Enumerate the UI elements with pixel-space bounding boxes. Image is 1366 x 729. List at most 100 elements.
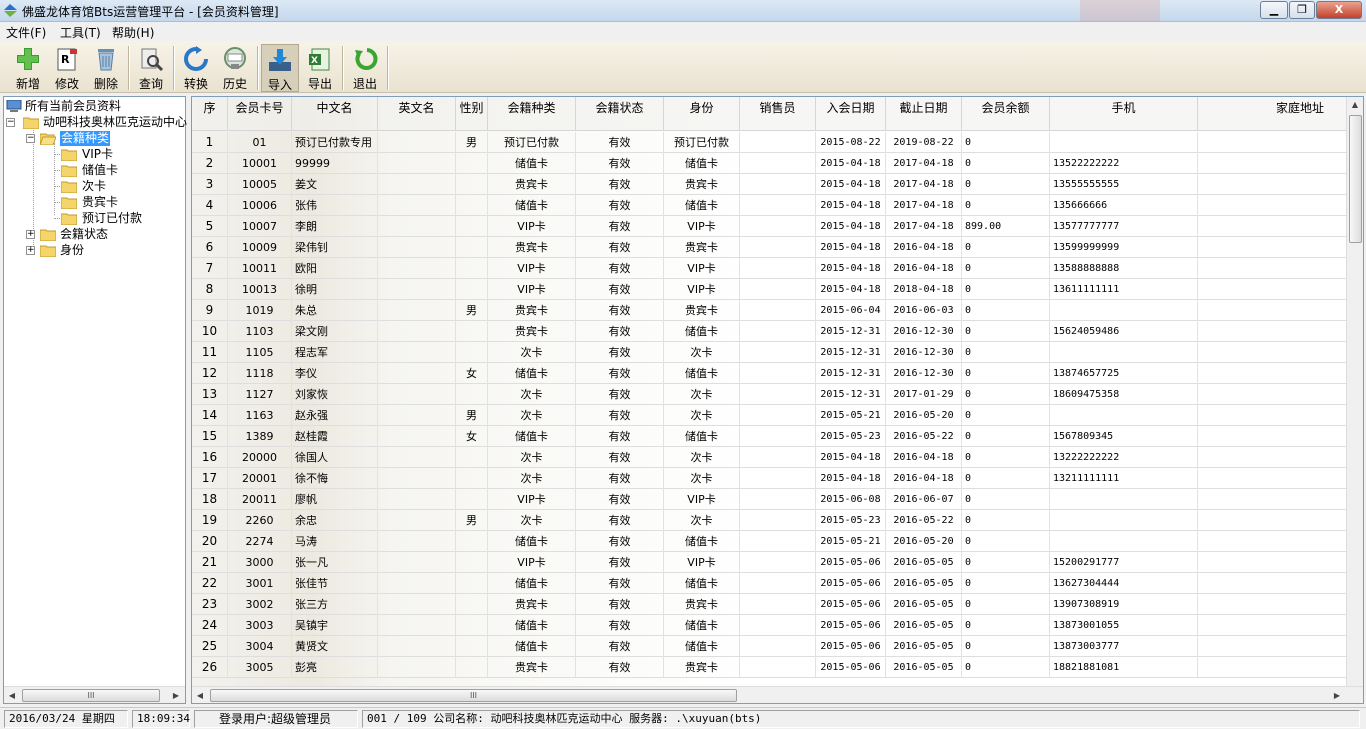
table-cell: 3005 xyxy=(228,657,292,678)
table-cell: 0 xyxy=(962,405,1050,426)
table-cell xyxy=(456,342,488,363)
table-cell: 梁文刚 xyxy=(292,321,378,342)
table-row[interactable]: 2 10001 99999 储值卡 有效 储值卡 2015-04-18 2017-04-18 0… xyxy=(192,153,1347,174)
table-row[interactable]: 16 20000 徐国人 次卡 有效 次卡 2015-04-18 2016-04-18 0 132… xyxy=(192,447,1347,468)
table-row[interactable]: 22 3001 张佳节 储值卡 有效 储值卡 2015-05-06 2016-05-05 0 13… xyxy=(192,573,1347,594)
toolbar-separator xyxy=(173,46,175,90)
minimize-button[interactable]: ▁ xyxy=(1260,1,1288,19)
column-header[interactable]: 序 xyxy=(192,97,228,131)
table-cell: 余忠 xyxy=(292,510,378,531)
table-row[interactable]: 23 3002 张三方 贵宾卡 有效 贵宾卡 2015-05-06 2016-05-05 0 13… xyxy=(192,594,1347,615)
collapse-icon[interactable]: − xyxy=(26,134,35,143)
history-button[interactable]: 历史 xyxy=(216,44,254,92)
table-row[interactable]: 6 10009 梁伟钊 贵宾卡 有效 贵宾卡 2015-04-18 2016-04-18 0 13… xyxy=(192,237,1347,258)
column-header[interactable]: 身份 xyxy=(664,97,740,131)
scroll-left-icon[interactable]: ◀ xyxy=(6,689,18,702)
table-row[interactable]: 11 1105 程志军 次卡 有效 次卡 2015-12-31 2016-12-30 0 xyxy=(192,342,1347,363)
table-cell xyxy=(456,657,488,678)
table-cell: 有效 xyxy=(576,573,664,594)
column-header[interactable]: 手机 xyxy=(1050,97,1198,131)
table-row[interactable]: 25 3004 黄贤文 储值卡 有效 储值卡 2015-05-06 2016-05-05 0 13… xyxy=(192,636,1347,657)
table-row[interactable]: 7 10011 欧阳 VIP卡 有效 VIP卡 2015-04-18 2016-04-18 0 1… xyxy=(192,258,1347,279)
column-header[interactable]: 会员余额 xyxy=(962,97,1050,131)
scroll-thumb[interactable]: III xyxy=(210,689,737,702)
table-row[interactable]: 14 1163 赵永强男次卡 有效 次卡 2015-05-21 2016-05-20 0 xyxy=(192,405,1347,426)
table-cell: 3004 xyxy=(228,636,292,657)
table-row[interactable]: 12 1118 李仪女储值卡 有效 储值卡 2015-12-31 2016-12-30 0 13… xyxy=(192,363,1347,384)
table-cell: VIP卡 xyxy=(664,258,740,279)
table-row[interactable]: 18 20011 廖帆 VIP卡 有效 VIP卡 2015-06-08 2016-06-07 0 xyxy=(192,489,1347,510)
table-cell: 储值卡 xyxy=(664,615,740,636)
table-cell: 13522222222 xyxy=(1050,153,1198,174)
export-button[interactable]: X 导出 xyxy=(301,44,339,92)
table-cell xyxy=(456,237,488,258)
import-button[interactable]: 导入 xyxy=(261,44,299,92)
menu-tools[interactable]: 工具(T) xyxy=(60,24,101,41)
scroll-right-icon[interactable]: ▶ xyxy=(170,689,182,702)
table-cell: 贵宾卡 xyxy=(664,594,740,615)
collapse-icon[interactable]: − xyxy=(6,118,15,127)
column-header[interactable]: 会籍种类 xyxy=(488,97,576,131)
toolbar-separator xyxy=(342,46,344,90)
table-row[interactable]: 10 1103 梁文刚 贵宾卡 有效 储值卡 2015-12-31 2016-12-30 0 15… xyxy=(192,321,1347,342)
table-row[interactable]: 8 10013 徐明 VIP卡 有效 VIP卡 2015-04-18 2018-04-18 0 1… xyxy=(192,279,1347,300)
table-row[interactable]: 1 01 预订已付款专用男预订已付款 有效 预订已付款 2015-08-22 2019-08… xyxy=(192,132,1347,153)
convert-button[interactable]: 转换 xyxy=(177,44,215,92)
table-cell xyxy=(1198,531,1363,552)
folder-icon xyxy=(61,165,77,177)
table-cell xyxy=(378,216,456,237)
column-header[interactable]: 中文名 xyxy=(292,97,378,131)
restore-button[interactable]: ❐ xyxy=(1289,1,1315,19)
grid-vertical-scrollbar[interactable]: ▲ xyxy=(1346,97,1363,687)
table-row[interactable]: 24 3003 吴镇宇 储值卡 有效 储值卡 2015-05-06 2016-05-05 0 13… xyxy=(192,615,1347,636)
table-row[interactable]: 9 1019 朱总男贵宾卡 有效 贵宾卡 2015-06-04 2016-06-03 0 xyxy=(192,300,1347,321)
column-header[interactable]: 会籍状态 xyxy=(576,97,664,131)
table-cell: 21 xyxy=(192,552,228,573)
table-row[interactable]: 17 20001 徐不悔 次卡 有效 次卡 2015-04-18 2016-04-18 0 132… xyxy=(192,468,1347,489)
table-cell: 次卡 xyxy=(664,510,740,531)
column-header[interactable]: 截止日期 xyxy=(886,97,962,131)
table-cell: 有效 xyxy=(576,552,664,573)
scroll-left-icon[interactable]: ◀ xyxy=(194,689,206,702)
table-row[interactable]: 20 2274 马涛 储值卡 有效 储值卡 2015-05-21 2016-05-20 0 xyxy=(192,531,1347,552)
table-row[interactable]: 21 3000 张一凡 VIP卡 有效 VIP卡 2015-05-06 2016-05-05 0… xyxy=(192,552,1347,573)
scroll-right-icon[interactable]: ▶ xyxy=(1331,689,1343,702)
table-cell xyxy=(378,573,456,594)
table-row[interactable]: 4 10006 张伟 储值卡 有效 储值卡 2015-04-18 2017-04-18 0 135… xyxy=(192,195,1347,216)
table-row[interactable]: 3 10005 姜文 贵宾卡 有效 贵宾卡 2015-04-18 2017-04-18 0 135… xyxy=(192,174,1347,195)
column-header[interactable]: 入会日期 xyxy=(816,97,886,131)
table-cell: 储值卡 xyxy=(488,426,576,447)
table-cell xyxy=(1198,237,1363,258)
delete-button[interactable]: 删除 xyxy=(87,44,125,92)
table-cell xyxy=(740,615,816,636)
close-button[interactable]: X xyxy=(1316,1,1362,19)
tree-horizontal-scrollbar[interactable]: ◀ III ▶ xyxy=(4,686,185,703)
column-header[interactable]: 会员卡号 xyxy=(228,97,292,131)
column-header[interactable]: 性别 xyxy=(456,97,488,131)
table-cell: 次卡 xyxy=(488,405,576,426)
menu-file[interactable]: 文件(F) xyxy=(6,24,46,41)
table-row[interactable]: 13 1127 刘家恢 次卡 有效 次卡 2015-12-31 2017-01-29 0 1860… xyxy=(192,384,1347,405)
table-row[interactable]: 19 2260 余忠男次卡 有效 次卡 2015-05-23 2016-05-22 0 xyxy=(192,510,1347,531)
table-row[interactable]: 5 10007 李朗 VIP卡 有效 VIP卡 2015-04-18 2017-04-18 89… xyxy=(192,216,1347,237)
column-header[interactable]: 英文名 xyxy=(378,97,456,131)
scroll-up-icon[interactable]: ▲ xyxy=(1349,98,1361,111)
table-row[interactable]: 15 1389 赵桂霞女储值卡 有效 储值卡 2015-05-23 2016-05-22 0 1… xyxy=(192,426,1347,447)
search-button[interactable]: 查询 xyxy=(132,44,170,92)
column-header[interactable]: 销售员 xyxy=(740,97,816,131)
scroll-thumb[interactable] xyxy=(1349,115,1362,243)
column-header[interactable]: 家庭地址 xyxy=(1198,97,1363,131)
edit-button[interactable]: R 修改 xyxy=(48,44,86,92)
table-cell: VIP卡 xyxy=(664,279,740,300)
expand-icon[interactable]: + xyxy=(26,230,35,239)
table-row[interactable]: 26 3005 彭亮 贵宾卡 有效 贵宾卡 2015-05-06 2016-05-05 0 188… xyxy=(192,657,1347,678)
expand-icon[interactable]: + xyxy=(26,246,35,255)
menu-help[interactable]: 帮助(H) xyxy=(112,24,154,41)
table-cell: 李仪 xyxy=(292,363,378,384)
exit-button[interactable]: 退出 xyxy=(346,44,384,92)
scroll-thumb[interactable]: III xyxy=(22,689,160,702)
table-cell: 贵宾卡 xyxy=(488,594,576,615)
grid-horizontal-scrollbar[interactable]: ◀ III ▶ xyxy=(192,686,1363,703)
table-cell xyxy=(740,489,816,510)
add-button[interactable]: 新增 xyxy=(9,44,47,92)
